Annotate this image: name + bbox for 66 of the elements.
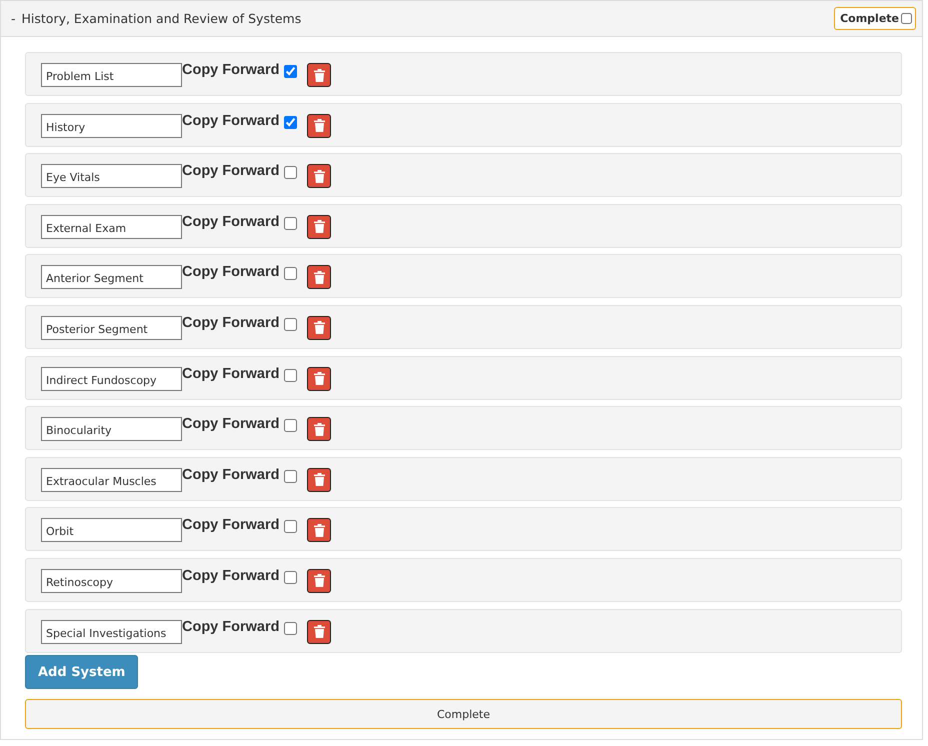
copy-forward-label: Copy Forward xyxy=(182,314,280,331)
copy-forward-label: Copy Forward xyxy=(182,214,280,230)
copy-forward-checkbox[interactable] xyxy=(284,116,298,129)
trash-icon xyxy=(314,422,325,436)
complete-label: Complete xyxy=(840,12,899,25)
trash-icon xyxy=(314,524,325,537)
copy-forward-label: Copy Forward xyxy=(182,568,280,584)
trash-icon xyxy=(314,119,325,132)
copy-forward-label: Copy Forward xyxy=(182,416,280,432)
trash-icon xyxy=(314,625,325,638)
trash-icon xyxy=(314,220,325,234)
system-name-field[interactable]: Indirect Fundoscopy xyxy=(41,366,182,391)
system-name-field[interactable]: Eye Vitals xyxy=(41,164,182,188)
delete-button[interactable] xyxy=(307,366,332,391)
trash-icon xyxy=(314,473,325,486)
delete-button[interactable] xyxy=(307,316,332,340)
trash-icon xyxy=(314,574,325,588)
system-name-field[interactable]: History xyxy=(41,114,182,138)
system-name-field[interactable]: Extraocular Muscles xyxy=(41,468,182,492)
copy-forward-label: Copy Forward xyxy=(182,517,280,534)
copy-forward-label: Copy Forward xyxy=(182,366,280,382)
copy-forward-checkbox[interactable] xyxy=(284,520,298,534)
delete-button[interactable] xyxy=(307,114,332,138)
trash-icon xyxy=(314,170,325,183)
system-name-field[interactable]: Orbit xyxy=(41,518,182,542)
delete-button[interactable] xyxy=(307,468,332,492)
complete-button[interactable]: Complete xyxy=(25,699,902,730)
copy-forward-label: Copy Forward xyxy=(182,112,280,129)
system-name-field[interactable]: Anterior Segment xyxy=(41,265,182,290)
system-name-field[interactable]: Retinoscopy xyxy=(41,568,182,593)
system-name-field[interactable]: Special Investigations xyxy=(41,620,182,644)
copy-forward-label: Copy Forward xyxy=(182,163,280,180)
trash-icon xyxy=(314,270,325,284)
trash-icon xyxy=(314,372,325,386)
delete-button[interactable] xyxy=(307,265,332,290)
system-name-field[interactable]: Posterior Segment xyxy=(41,316,182,340)
copy-forward-checkbox[interactable] xyxy=(284,216,298,230)
trash-icon xyxy=(314,321,325,334)
copy-forward-label: Copy Forward xyxy=(182,618,280,635)
copy-forward-label: Copy Forward xyxy=(182,466,280,483)
copy-forward-checkbox[interactable] xyxy=(284,318,298,331)
copy-forward-checkbox[interactable] xyxy=(284,470,298,483)
delete-button[interactable] xyxy=(307,417,332,442)
add-system-button[interactable]: Add System xyxy=(25,655,138,690)
delete-button[interactable] xyxy=(307,620,332,644)
copy-forward-checkbox[interactable] xyxy=(284,65,298,78)
collapse-toggle[interactable]: - xyxy=(11,11,16,26)
delete-button[interactable] xyxy=(307,518,332,542)
copy-forward-checkbox[interactable] xyxy=(284,166,298,180)
copy-forward-label: Copy Forward xyxy=(182,264,280,280)
panel-title: History, Examination and Review of Systems xyxy=(22,11,302,26)
system-name-field[interactable]: External Exam xyxy=(41,214,182,239)
system-name-field[interactable]: Binocularity xyxy=(41,417,182,442)
copy-forward-checkbox[interactable] xyxy=(284,419,298,432)
system-name-field[interactable]: Problem List xyxy=(41,63,182,87)
delete-button[interactable] xyxy=(307,568,332,593)
copy-forward-checkbox[interactable] xyxy=(284,622,298,635)
copy-forward-checkbox[interactable] xyxy=(284,368,298,382)
delete-button[interactable] xyxy=(307,214,332,239)
complete-checkbox[interactable] xyxy=(901,13,912,24)
copy-forward-label: Copy Forward xyxy=(182,62,280,78)
delete-button[interactable] xyxy=(307,63,332,87)
trash-icon xyxy=(314,68,325,82)
copy-forward-checkbox[interactable] xyxy=(284,570,298,584)
delete-button[interactable] xyxy=(307,164,332,188)
copy-forward-checkbox[interactable] xyxy=(284,267,298,280)
